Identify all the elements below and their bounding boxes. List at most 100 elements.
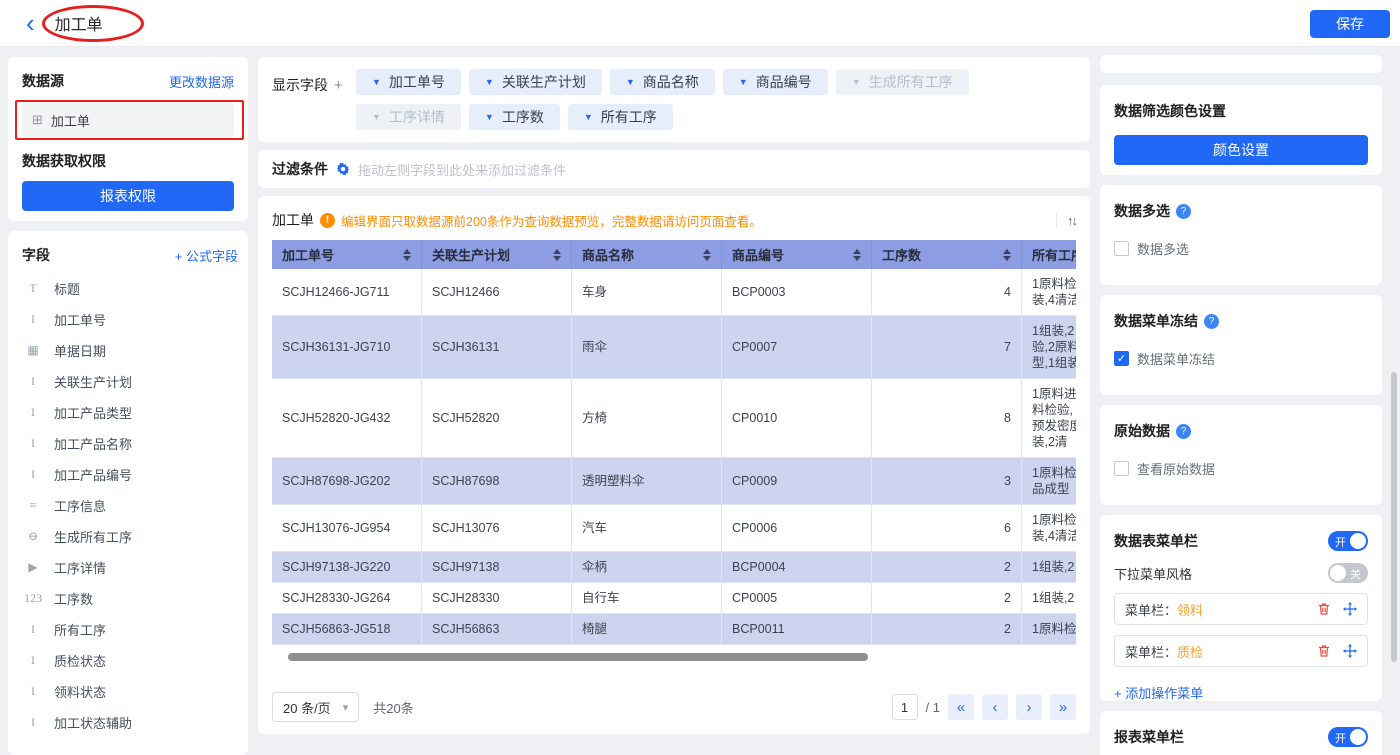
dropdown-style-label: 下拉菜单风格 bbox=[1114, 564, 1192, 583]
field-item[interactable]: I 加工产品类型 bbox=[22, 397, 238, 428]
move-icon[interactable] bbox=[1343, 644, 1357, 658]
cell-product-name: 透明塑料伞 bbox=[572, 458, 722, 504]
field-item[interactable]: I 质检状态 bbox=[22, 645, 238, 676]
formula-field-link[interactable]: + 公式字段 bbox=[175, 246, 238, 265]
column-sort-icon[interactable] bbox=[553, 249, 561, 261]
gear-icon[interactable] bbox=[336, 162, 350, 176]
sort-order-icon[interactable]: ↑↓ bbox=[1056, 213, 1076, 228]
cell-order-no: SCJH97138-JG220 bbox=[272, 552, 422, 582]
cell-product-code: BCP0003 bbox=[722, 269, 872, 315]
checkbox[interactable]: ✓ bbox=[1114, 241, 1129, 256]
field-item[interactable]: I 加工单号 bbox=[22, 304, 238, 335]
field-chip[interactable]: ▼ 所有工序 bbox=[568, 104, 673, 130]
menu-item-prefix: 菜单栏： bbox=[1125, 600, 1177, 619]
column-header[interactable]: 工序数 bbox=[872, 240, 1022, 269]
column-header[interactable]: 加工单号 bbox=[272, 240, 422, 269]
field-item[interactable]: T 标题 bbox=[22, 273, 238, 304]
table-row: SCJH12466-JG711 SCJH12466 车身 BCP0003 4 1… bbox=[272, 269, 1076, 316]
field-item[interactable]: I 加工产品编号 bbox=[22, 459, 238, 490]
table-menu-toggle[interactable]: 开 bbox=[1328, 531, 1368, 551]
last-page-button[interactable]: » bbox=[1050, 694, 1076, 720]
warning-icon: ! bbox=[320, 213, 335, 228]
field-chip[interactable]: ▼ 关联生产计划 bbox=[469, 69, 602, 95]
raw-data-checkbox-row[interactable]: ✓ 查看原始数据 bbox=[1114, 459, 1368, 478]
column-label: 商品名称 bbox=[582, 245, 634, 264]
cell-order-no: SCJH52820-JG432 bbox=[272, 379, 422, 457]
dropdown-style-toggle[interactable]: 关 bbox=[1328, 563, 1368, 583]
add-field-icon[interactable]: + bbox=[334, 77, 343, 94]
menu-freeze-checkbox-row[interactable]: ✓ 数据菜单冻结 bbox=[1114, 349, 1368, 368]
column-sort-icon[interactable] bbox=[1003, 249, 1011, 261]
change-datasource-link[interactable]: 更改数据源 bbox=[169, 72, 234, 91]
next-page-button[interactable]: › bbox=[1016, 694, 1042, 720]
field-item[interactable]: ▶ 工序详情 bbox=[22, 552, 238, 583]
horizontal-scrollbar-thumb[interactable] bbox=[288, 653, 868, 661]
field-item[interactable]: I 关联生产计划 bbox=[22, 366, 238, 397]
page-input[interactable]: 1 bbox=[892, 694, 918, 720]
field-item[interactable]: I 领料状态 bbox=[22, 676, 238, 707]
column-header[interactable]: 所有工序 bbox=[1022, 240, 1076, 269]
column-label: 商品编号 bbox=[732, 245, 784, 264]
field-item[interactable]: I 所有工序 bbox=[22, 614, 238, 645]
report-menu-toggle[interactable]: 开 bbox=[1328, 727, 1368, 747]
menu-item-prefix: 菜单栏： bbox=[1125, 642, 1177, 661]
prev-page-button[interactable]: ‹ bbox=[982, 694, 1008, 720]
table-viewport: 加工单号 关联生产计划 商品名称 商品编号 工序数 bbox=[272, 240, 1076, 645]
filter-panel[interactable]: 过滤条件 拖动左侧字段到此处来添加过滤条件 bbox=[258, 150, 1090, 188]
field-chip-label: 生成所有工序 bbox=[869, 72, 953, 92]
delete-icon[interactable] bbox=[1317, 644, 1331, 658]
datasource-item[interactable]: ⊞ 加工单 bbox=[22, 103, 234, 137]
cell-order-no: SCJH13076-JG954 bbox=[272, 505, 422, 551]
table-header-row: 加工单号 关联生产计划 商品名称 商品编号 工序数 bbox=[272, 240, 1076, 269]
field-chip[interactable]: ▼ 生成所有工序 bbox=[836, 69, 969, 95]
field-item[interactable]: ⊖ 生成所有工序 bbox=[22, 521, 238, 552]
field-item[interactable]: I 加工状态辅助 bbox=[22, 707, 238, 738]
column-header[interactable]: 关联生产计划 bbox=[422, 240, 572, 269]
table-row: SCJH97138-JG220 SCJH97138 伞柄 BCP0004 2 1… bbox=[272, 552, 1076, 583]
toggle-label: 关 bbox=[1350, 566, 1361, 582]
report-permission-button[interactable]: 报表权限 bbox=[22, 181, 234, 211]
checkbox[interactable]: ✓ bbox=[1114, 461, 1129, 476]
field-type-icon: T bbox=[22, 281, 44, 296]
raw-data-checkbox-label: 查看原始数据 bbox=[1137, 459, 1215, 478]
table-menu-panel: 数据表菜单栏 开 下拉菜单风格 关 菜单栏： 领料 bbox=[1100, 515, 1382, 701]
back-icon[interactable]: ‹ bbox=[26, 10, 35, 36]
column-sort-icon[interactable] bbox=[853, 249, 861, 261]
help-icon[interactable]: ? bbox=[1176, 204, 1191, 219]
column-sort-icon[interactable] bbox=[703, 249, 711, 261]
field-item[interactable]: 123 工序数 bbox=[22, 583, 238, 614]
field-chip[interactable]: ▼ 商品编号 bbox=[723, 69, 828, 95]
checkbox[interactable]: ✓ bbox=[1114, 351, 1129, 366]
field-chip[interactable]: ▼ 工序详情 bbox=[356, 104, 461, 130]
vertical-scrollbar-thumb[interactable] bbox=[1391, 372, 1397, 662]
help-icon[interactable]: ? bbox=[1176, 424, 1191, 439]
column-header[interactable]: 商品名称 bbox=[572, 240, 722, 269]
field-label: 加工产品编号 bbox=[54, 465, 132, 484]
field-chip[interactable]: ▼ 工序数 bbox=[469, 104, 560, 130]
color-settings-button[interactable]: 颜色设置 bbox=[1114, 135, 1368, 165]
add-action-menu-link[interactable]: + 添加操作菜单 bbox=[1114, 683, 1203, 701]
save-button[interactable]: 保存 bbox=[1310, 10, 1390, 38]
field-item[interactable]: I 加工产品名称 bbox=[22, 428, 238, 459]
column-label: 工序数 bbox=[882, 245, 921, 264]
field-item[interactable]: ≡ 工序信息 bbox=[22, 490, 238, 521]
field-type-icon: I bbox=[22, 374, 44, 389]
multiselect-checkbox-row[interactable]: ✓ 数据多选 bbox=[1114, 239, 1368, 258]
first-page-button[interactable]: « bbox=[948, 694, 974, 720]
delete-icon[interactable] bbox=[1317, 602, 1331, 616]
page-size-select[interactable]: 20 条/页 ▾ bbox=[272, 692, 359, 722]
toggle-label: 开 bbox=[1335, 534, 1346, 550]
move-icon[interactable] bbox=[1343, 602, 1357, 616]
page-title: 加工单 bbox=[55, 11, 103, 35]
field-item[interactable]: ▦ 单据日期 bbox=[22, 335, 238, 366]
field-type-icon: I bbox=[22, 467, 44, 482]
field-chip[interactable]: ▼ 商品名称 bbox=[610, 69, 715, 95]
column-header[interactable]: 商品编号 bbox=[722, 240, 872, 269]
cell-product-code: CP0009 bbox=[722, 458, 872, 504]
table-row: SCJH13076-JG954 SCJH13076 汽车 CP0006 6 1原… bbox=[272, 505, 1076, 552]
column-sort-icon[interactable] bbox=[403, 249, 411, 261]
field-chip[interactable]: ▼ 加工单号 bbox=[356, 69, 461, 95]
filter-title: 过滤条件 bbox=[272, 159, 328, 179]
cell-process-count: 2 bbox=[872, 552, 1022, 582]
help-icon[interactable]: ? bbox=[1204, 314, 1219, 329]
